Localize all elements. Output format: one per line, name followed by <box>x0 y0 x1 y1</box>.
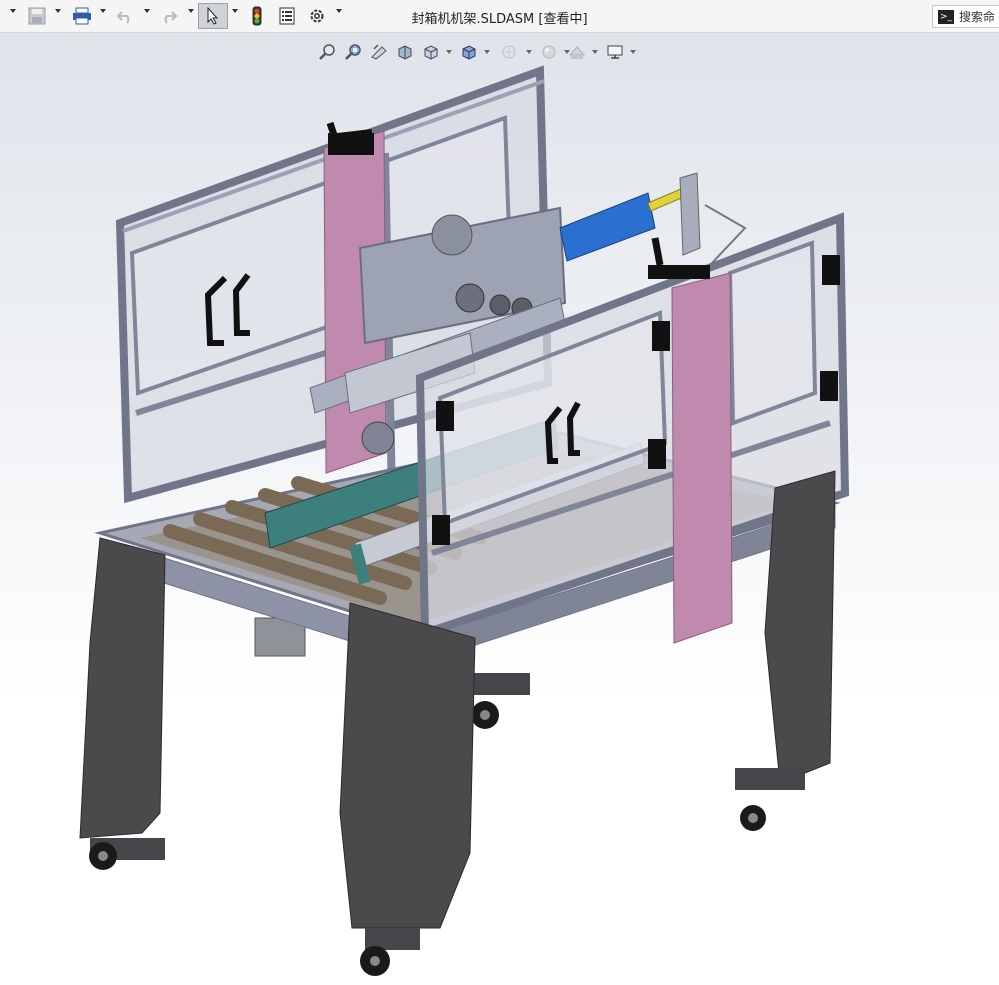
properties-icon <box>279 7 295 25</box>
traffic-light-icon <box>252 6 262 26</box>
leg-front-left <box>79 537 166 870</box>
redo-button[interactable] <box>158 5 180 27</box>
rebuild-button[interactable] <box>247 5 267 27</box>
undo-icon <box>116 11 130 24</box>
chevron-down-icon[interactable] <box>144 9 150 13</box>
carton-sealer-frame-model[interactable] <box>0 33 999 985</box>
chevron-down-icon[interactable] <box>336 9 342 13</box>
save-icon <box>28 7 46 25</box>
cursor-icon <box>207 7 219 25</box>
search-commands-input[interactable]: >_ 搜索命 <box>932 5 999 28</box>
air-cylinder <box>559 172 747 264</box>
chevron-down-icon[interactable] <box>232 9 238 13</box>
printer-icon <box>73 7 91 25</box>
select-button[interactable] <box>198 3 228 29</box>
undo-button[interactable] <box>114 5 136 27</box>
caster-back-right <box>470 673 530 729</box>
chevron-down-icon[interactable] <box>10 9 16 13</box>
gear-icon <box>310 9 324 23</box>
print-button[interactable] <box>70 5 94 27</box>
leg-front-center <box>339 602 476 976</box>
command-prompt-icon: >_ <box>938 9 954 24</box>
chevron-down-icon[interactable] <box>100 9 106 13</box>
options-button[interactable] <box>306 5 328 27</box>
file-properties-button[interactable] <box>276 5 298 27</box>
title-bar: 封箱机机架.SLDASM [查看中] >_ 搜索命 <box>0 0 999 33</box>
redo-icon <box>164 11 178 24</box>
graphics-area[interactable] <box>0 33 999 985</box>
chevron-down-icon[interactable] <box>55 9 61 13</box>
chevron-down-icon[interactable] <box>188 9 194 13</box>
search-placeholder: 搜索命 <box>959 10 996 24</box>
save-button[interactable] <box>26 5 48 27</box>
